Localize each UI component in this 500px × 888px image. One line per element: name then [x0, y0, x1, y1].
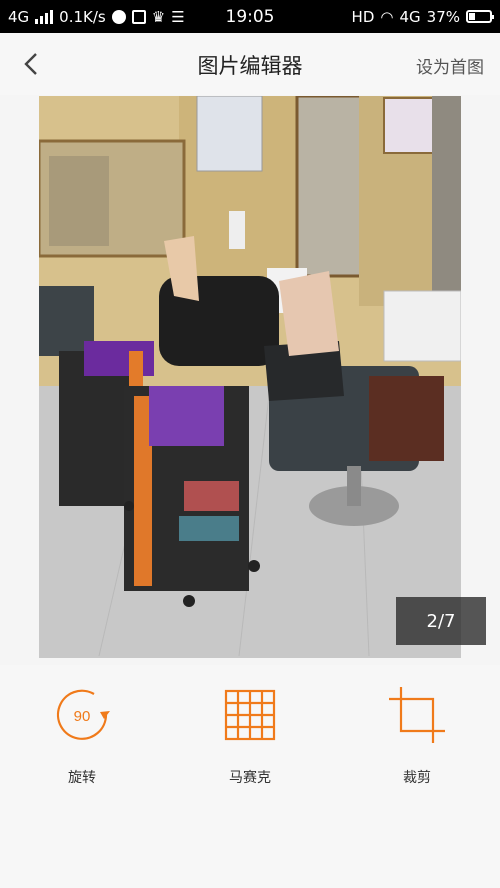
- mosaic-label: 马赛克: [229, 770, 271, 786]
- rotate-label: 旋转: [68, 770, 96, 786]
- app-notification-icon: [111, 9, 126, 24]
- salon-photo: [39, 96, 461, 658]
- mosaic-icon: [224, 689, 276, 741]
- wifi-icon: ◠: [380, 7, 394, 26]
- image-counter: 2/7: [396, 597, 486, 645]
- status-bar: 4G 0.1K/s ♛ ☰ 19:05 HD ◠ 4G 37%: [0, 0, 500, 33]
- network-type-left: 4G: [8, 7, 30, 26]
- edit-toolbar: 90 旋转 马赛克 裁剪: [0, 665, 500, 888]
- notification-icon: [131, 9, 146, 24]
- storage-icon: ☰: [171, 7, 185, 26]
- rotate-button[interactable]: 90 旋转: [27, 685, 137, 787]
- crown-icon: ♛: [151, 7, 166, 26]
- battery-percent: 37%: [426, 7, 460, 26]
- crop-label: 裁剪: [403, 770, 431, 786]
- signal-icon: [35, 9, 54, 24]
- set-as-cover-button[interactable]: 设为首图: [416, 53, 484, 78]
- header: 图片编辑器 设为首图: [0, 33, 500, 95]
- mosaic-button[interactable]: 马赛克: [195, 685, 305, 787]
- photo-preview: [39, 96, 461, 658]
- hd-indicator: HD: [351, 7, 375, 26]
- rotate-icon: 90: [56, 689, 110, 740]
- rotate-degree-text: 90: [74, 708, 91, 725]
- network-speed: 0.1K/s: [59, 7, 106, 26]
- crop-button[interactable]: 裁剪: [362, 685, 472, 787]
- network-type-right: 4G: [399, 7, 421, 26]
- battery-icon: [466, 10, 494, 23]
- crop-icon: [389, 687, 445, 743]
